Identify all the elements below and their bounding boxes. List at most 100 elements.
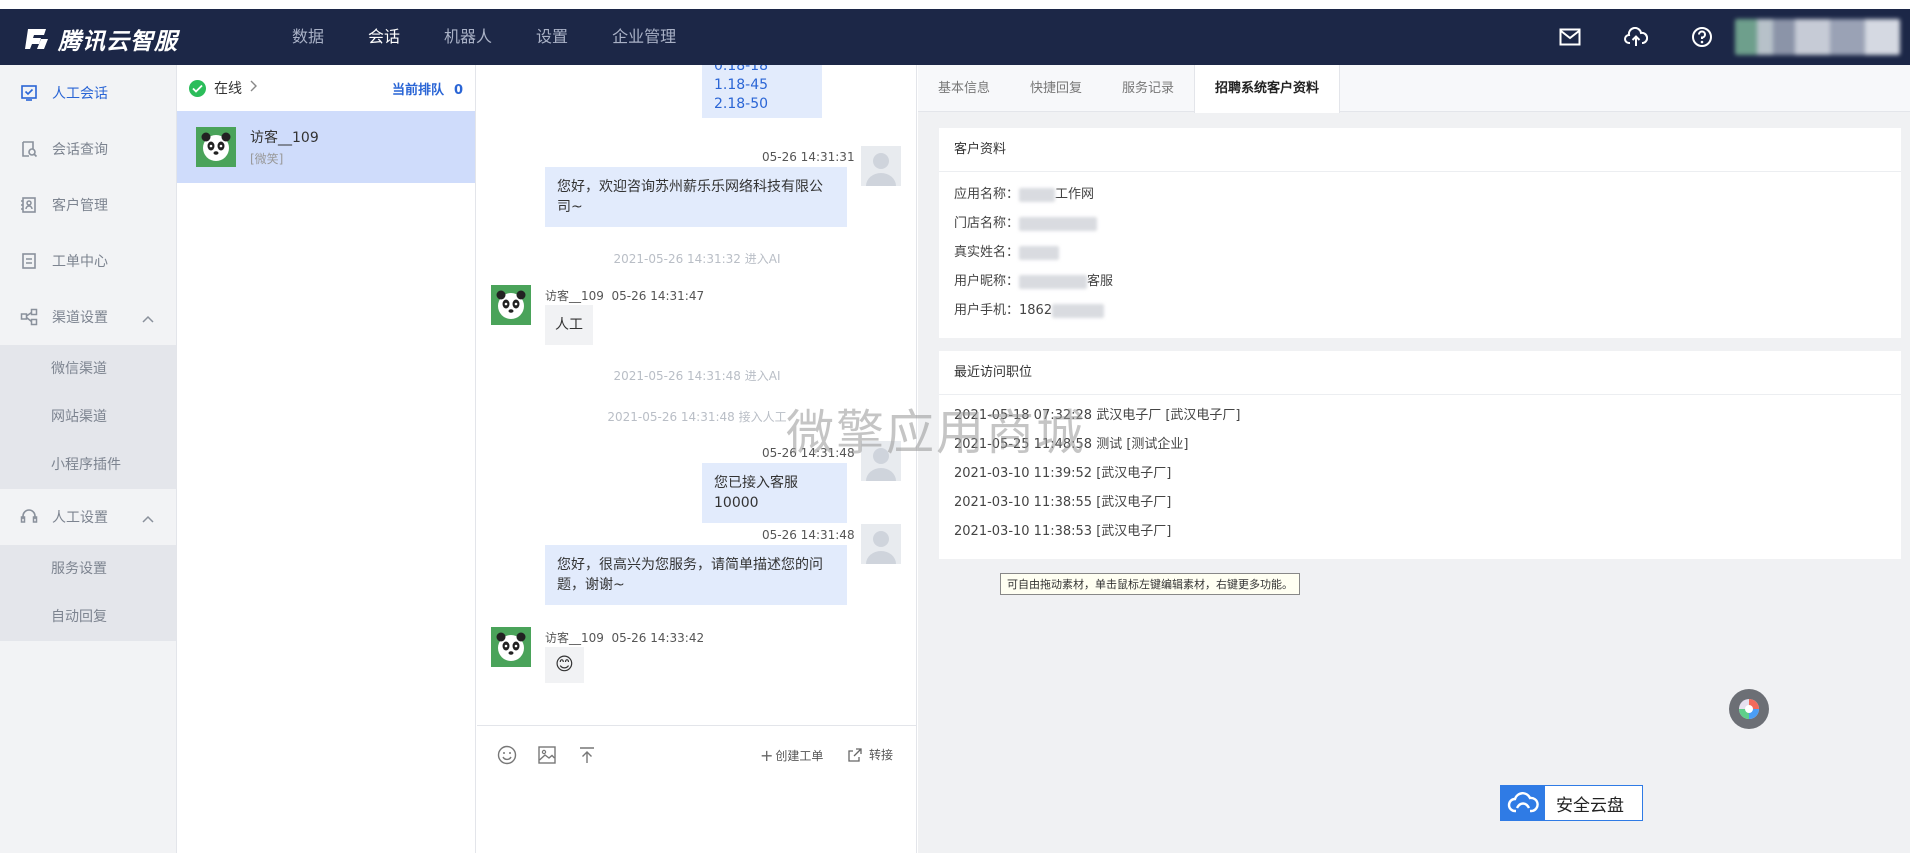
sidebar: 人工会话 会话查询 客户管理 工单中心 渠道设置 微信渠道 网站渠道 小程序插件	[0, 65, 177, 853]
user-avatar[interactable]	[1735, 19, 1900, 55]
conversation-last-message: [微笑]	[250, 152, 284, 166]
transfer-icon	[847, 747, 863, 763]
conversation-item[interactable]: 访客__109 [微笑]	[177, 111, 475, 183]
message-time: 05-26 14:31:48	[762, 528, 855, 542]
chat-panel: 0.18-18 1.18-45 2.18-50 05-26 14:31:31 您…	[477, 65, 917, 853]
logo-text: 腾讯云智服	[58, 29, 178, 55]
tab-basic-info[interactable]: 基本信息	[918, 65, 1010, 111]
recent-position-item[interactable]: 2021-03-10 11:38:55 [武汉电子厂]	[939, 488, 1901, 517]
help-icon[interactable]	[1689, 24, 1715, 50]
emoji-icon[interactable]	[496, 744, 518, 766]
create-ticket-label: 创建工单	[775, 749, 824, 763]
message-area[interactable]: 0.18-18 1.18-45 2.18-50 05-26 14:31:31 您…	[477, 65, 917, 725]
queue-indicator[interactable]: 当前排队 0	[392, 79, 463, 98]
profile-row-store-name: 门店名称：	[939, 209, 1901, 238]
upload-file-icon[interactable]	[576, 744, 598, 766]
drag-hint-tooltip: 可自由拖动素材，单击鼠标左键编辑素材，右键更多功能。	[1000, 573, 1300, 595]
conversation-name: 访客__109	[250, 130, 319, 146]
sidebar-item-channel-settings[interactable]: 渠道设置	[0, 289, 176, 345]
visitor-emoji-message: 😊	[545, 647, 584, 683]
visitor-avatar	[491, 627, 531, 667]
sidebar-item-web-channel[interactable]: 网站渠道	[0, 393, 176, 441]
floating-assistant-icon[interactable]	[1729, 689, 1769, 729]
cloud-upload-icon[interactable]	[1623, 24, 1649, 50]
recent-position-item[interactable]: 2021-05-18 07:32:28 武汉电子厂 [武汉电子厂]	[939, 401, 1901, 430]
message-time: 05-26 14:31:31	[762, 150, 855, 164]
sidebar-item-label: 人工会话	[52, 86, 108, 102]
ticket-icon	[20, 252, 38, 270]
chevron-up-icon[interactable]	[142, 311, 154, 327]
check-icon	[189, 79, 206, 97]
sidebar-item-label: 客户管理	[52, 198, 108, 214]
partial-line: 2.18-50	[714, 96, 769, 112]
customer-profile-card: 客户资料 应用名称： 工作网 门店名称： 真实姓名： 用户昵称： 客服 用户手机	[939, 128, 1901, 338]
nav-data[interactable]: 数据	[270, 9, 346, 65]
chevron-right-icon[interactable]	[250, 80, 257, 96]
sidebar-item-auto-reply[interactable]: 自动回复	[0, 593, 176, 641]
contact-icon	[20, 196, 38, 214]
visitor-avatar	[491, 285, 531, 325]
sidebar-item-session-query[interactable]: 会话查询	[0, 121, 176, 177]
profile-value: 工作网	[1055, 187, 1095, 202]
online-status[interactable]: 在线	[214, 78, 242, 98]
visitor-meta: 访客__109 05-26 14:33:42	[545, 631, 705, 645]
secure-cloud-disk-button[interactable]: 安全云盘	[1500, 785, 1643, 821]
chevron-up-icon[interactable]	[142, 511, 154, 527]
profile-value: 客服	[1087, 274, 1114, 289]
headset-icon	[20, 508, 38, 526]
top-navigation-bar: 腾讯云智服 数据 会话 机器人 设置 企业管理	[0, 9, 1910, 65]
tab-recruitment-profile[interactable]: 招聘系统客户资料	[1194, 65, 1341, 113]
top-icons	[1557, 9, 1910, 65]
info-tabs: 基本信息 快捷回复 服务记录 招聘系统客户资料	[918, 65, 1910, 113]
sidebar-item-wechat-channel[interactable]: 微信渠道	[0, 345, 176, 393]
profile-row-app-name: 应用名称： 工作网	[939, 180, 1901, 209]
nav-sessions[interactable]: 会话	[346, 9, 422, 65]
profile-row-nickname: 用户昵称： 客服	[939, 267, 1901, 296]
sidebar-item-label: 会话查询	[52, 142, 108, 158]
sidebar-item-customer-mgmt[interactable]: 客户管理	[0, 177, 176, 233]
partial-line: 1.18-45	[714, 77, 769, 93]
main-nav: 数据 会话 机器人 设置 企业管理	[270, 9, 698, 65]
profile-value: 1862	[1019, 303, 1053, 318]
mail-icon[interactable]	[1557, 24, 1583, 50]
manual-submenu: 服务设置 自动回复	[0, 545, 176, 641]
top-strip	[0, 0, 1910, 9]
create-ticket-button[interactable]: + 创建工单	[760, 746, 823, 765]
partial-line: 0.18-18	[714, 65, 769, 74]
panda-avatar-icon	[196, 127, 236, 167]
transfer-button[interactable]: 转接	[847, 746, 893, 763]
recent-position-item[interactable]: 2021-03-10 11:39:52 [武汉电子厂]	[939, 459, 1901, 488]
tab-service-records[interactable]: 服务记录	[1102, 65, 1194, 111]
nav-settings[interactable]: 设置	[514, 9, 590, 65]
agent-avatar	[861, 524, 901, 564]
recent-position-item[interactable]: 2021-05-25 11:48:58 测试 [测试企业]	[939, 430, 1901, 459]
profile-label: 用户手机：	[954, 303, 1020, 318]
sidebar-item-miniprogram-plugin[interactable]: 小程序插件	[0, 441, 176, 489]
logo-icon	[24, 26, 50, 52]
image-icon[interactable]	[536, 744, 558, 766]
channel-submenu: 微信渠道 网站渠道 小程序插件	[0, 345, 176, 489]
search-doc-icon	[20, 140, 38, 158]
system-message: 2021-05-26 14:31:48 进入AI	[613, 369, 781, 383]
customer-profile-title: 客户资料	[939, 128, 1901, 172]
sidebar-item-label: 渠道设置	[52, 310, 108, 326]
agent-avatar	[861, 146, 901, 186]
sidebar-item-service-settings[interactable]: 服务设置	[0, 545, 176, 593]
recent-positions-card: 最近访问职位 2021-05-18 07:32:28 武汉电子厂 [武汉电子厂]…	[939, 351, 1901, 559]
sidebar-item-manual-settings[interactable]: 人工设置	[0, 489, 176, 545]
nav-enterprise[interactable]: 企业管理	[590, 9, 698, 65]
recent-position-item[interactable]: 2021-03-10 11:38:53 [武汉电子厂]	[939, 517, 1901, 546]
app-logo[interactable]: 腾讯云智服	[24, 22, 178, 56]
redacted-value	[1019, 187, 1056, 202]
message-partial-bubble: 0.18-18 1.18-45 2.18-50	[702, 65, 822, 118]
message-bubble: 您好，很高兴为您服务，请简单描述您的问题，谢谢~	[545, 545, 847, 605]
nav-robot[interactable]: 机器人	[422, 9, 514, 65]
tab-quick-reply[interactable]: 快捷回复	[1010, 65, 1102, 111]
system-message: 2021-05-26 14:31:32 进入AI	[613, 252, 781, 266]
visitor-message: 人工	[545, 305, 593, 345]
profile-label: 门店名称：	[954, 216, 1020, 231]
sidebar-item-ticket-center[interactable]: 工单中心	[0, 233, 176, 289]
sidebar-item-manual-chat[interactable]: 人工会话	[0, 65, 176, 121]
conversation-list: 在线 当前排队 0 访客__109 [微笑]	[177, 65, 476, 853]
transfer-label: 转接	[869, 748, 894, 762]
